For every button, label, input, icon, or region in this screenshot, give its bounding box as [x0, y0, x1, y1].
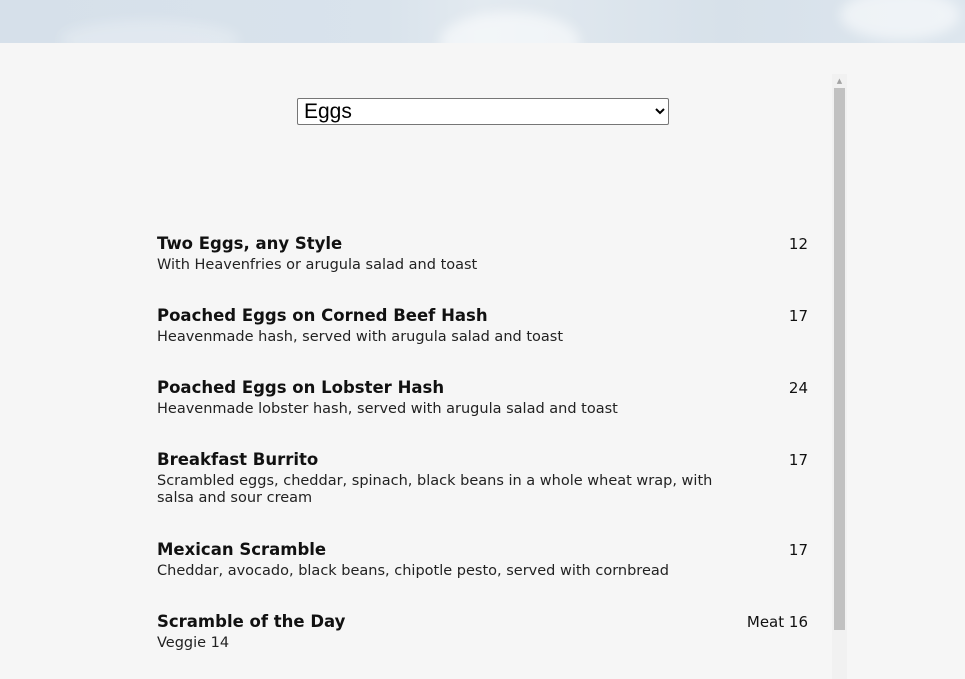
vertical-scrollbar[interactable]: ▲ [832, 74, 847, 679]
menu-item-description: With Heavenfries or arugula salad and to… [157, 257, 478, 273]
menu-item-description: Heavenmade lobster hash, served with aru… [157, 401, 618, 417]
menu-item-description: Heavenmade hash, served with arugula sal… [157, 329, 563, 345]
scroll-up-arrow-icon[interactable]: ▲ [832, 74, 847, 88]
header-sky-banner [0, 0, 965, 43]
menu-item-name: Poached Eggs on Lobster Hash [157, 378, 445, 397]
menu-item-price: 24 [788, 379, 808, 397]
menu-item-description: Veggie 14 [157, 635, 230, 651]
menu-item-name: Two Eggs, any Style [157, 234, 343, 253]
menu-item-description: Cheddar, avocado, black beans, chipotle … [157, 563, 669, 579]
menu-item-name: Scramble of the Day [157, 612, 346, 631]
menu-item-name: Mexican Scramble [157, 540, 327, 559]
category-dropdown[interactable]: Eggs [297, 98, 669, 125]
menu-item-description: Scrambled eggs, cheddar, spinach, black … [157, 473, 713, 506]
menu-item-price: 17 [788, 541, 808, 559]
menu-item-price: Meat 16 [746, 613, 808, 631]
menu-item-price: 12 [788, 235, 808, 253]
menu-item-price: 17 [788, 451, 808, 469]
menu-item-name: Poached Eggs on Corned Beef Hash [157, 306, 488, 325]
menu-scroll-panel[interactable]: Eggs Two Eggs, any Style 12 With Heavenf… [133, 74, 833, 679]
menu-item-price: 17 [788, 307, 808, 325]
menu-content-area: Eggs Two Eggs, any Style 12 With Heavenf… [0, 43, 965, 679]
scrollbar-thumb[interactable] [834, 88, 845, 630]
menu-item-name: Breakfast Burrito [157, 450, 319, 469]
